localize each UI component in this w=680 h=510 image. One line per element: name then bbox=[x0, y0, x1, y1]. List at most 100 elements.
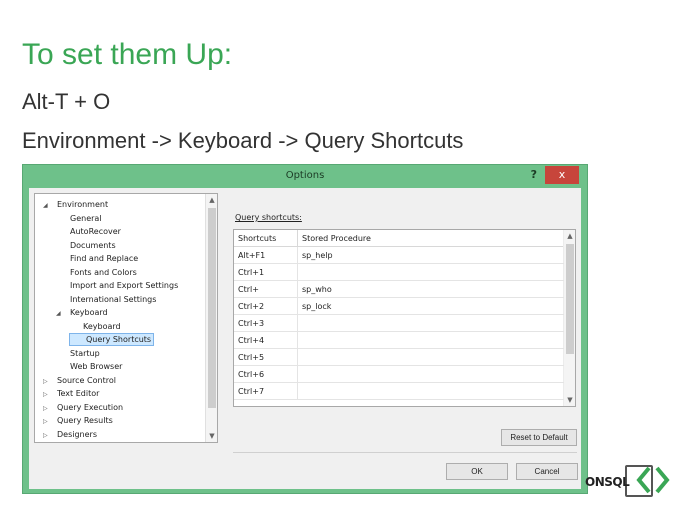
tree-item-label: General bbox=[70, 213, 102, 223]
tree-item[interactable]: Query Shortcuts bbox=[69, 333, 155, 346]
expand-toggle-icon[interactable]: ▷ bbox=[43, 415, 53, 428]
tree-item[interactable]: Fonts and Colors bbox=[56, 266, 137, 279]
expand-toggle-icon[interactable]: ▷ bbox=[43, 375, 53, 388]
tree-item[interactable]: Web Browser bbox=[56, 360, 122, 373]
logo-chevrons-icon bbox=[636, 466, 670, 494]
options-tree[interactable]: ▷SQL Server AlwaysOn▷Designers▷Query Res… bbox=[34, 193, 218, 443]
tree-item-label: Keyboard bbox=[70, 308, 108, 317]
tree-item[interactable]: AutoRecover bbox=[56, 225, 121, 238]
tree-scrollbar[interactable]: ▲ ▼ bbox=[205, 194, 217, 442]
stored-procedure-cell[interactable]: sp_lock bbox=[298, 298, 564, 315]
query-shortcuts-label: Query shortcuts: bbox=[235, 213, 302, 222]
tree-item[interactable]: ▷ Designers bbox=[43, 428, 97, 441]
table-row[interactable]: Ctrl+1 bbox=[234, 264, 564, 281]
expand-toggle-icon[interactable]: ◢ bbox=[43, 199, 53, 212]
slide-title: To set them Up: bbox=[22, 38, 233, 71]
stored-procedure-cell[interactable]: sp_who bbox=[298, 281, 564, 298]
logo-text: ONSQL bbox=[585, 475, 630, 489]
shortcut-key-cell: Ctrl+7 bbox=[234, 383, 298, 400]
shortcut-key-cell: Ctrl+3 bbox=[234, 315, 298, 332]
stored-procedure-cell[interactable] bbox=[298, 264, 564, 281]
table-row[interactable]: Ctrl+5 bbox=[234, 349, 564, 366]
table-row[interactable]: Ctrl+2 sp_lock bbox=[234, 298, 564, 315]
brand-logo: ONSQL bbox=[585, 455, 675, 500]
expand-toggle-icon[interactable]: ▷ bbox=[43, 442, 53, 443]
tree-item[interactable]: ▷SQL Server AlwaysOn bbox=[43, 441, 144, 443]
help-button[interactable]: ? bbox=[531, 168, 537, 181]
tree-item[interactable]: Import and Export Settings bbox=[56, 279, 178, 292]
stored-procedure-cell[interactable]: sp_help bbox=[298, 247, 564, 264]
shortcuts-grid[interactable]: Shortcuts Stored Procedure ▲ ▼ Alt+F1 sp_… bbox=[233, 229, 576, 407]
dialog-divider bbox=[233, 452, 577, 453]
tree-item[interactable]: ◢ Environment bbox=[43, 198, 108, 211]
tree-item-label: Query Results bbox=[57, 416, 113, 425]
options-dialog: Options ? x ▷SQL Server AlwaysOn▷Designe… bbox=[22, 164, 588, 494]
table-row[interactable]: Ctrl+6 bbox=[234, 366, 564, 383]
expand-toggle-icon[interactable]: ◢ bbox=[56, 307, 66, 320]
tree-item-label: AutoRecover bbox=[70, 227, 121, 236]
ok-button[interactable]: OK bbox=[446, 463, 508, 480]
scroll-down-icon[interactable]: ▼ bbox=[206, 430, 217, 442]
close-button[interactable]: x bbox=[545, 166, 579, 184]
scroll-up-icon[interactable]: ▲ bbox=[564, 230, 575, 242]
tree-item-label: International Settings bbox=[70, 294, 157, 304]
tree-item-label: Find and Replace bbox=[70, 254, 139, 263]
shortcut-key-cell: Ctrl+5 bbox=[234, 349, 298, 366]
tree-item[interactable]: Documents bbox=[56, 239, 116, 252]
shortcut-key-cell: Ctrl+6 bbox=[234, 366, 298, 383]
dialog-title: Options bbox=[285, 170, 325, 181]
tree-item-label: Query Execution bbox=[57, 402, 124, 412]
tree-item[interactable]: Keyboard bbox=[69, 320, 121, 333]
tree-item-label: Source Control bbox=[57, 375, 116, 385]
tree-item-label: Web Browser bbox=[70, 362, 123, 371]
tree-item[interactable]: ▷ Query Execution bbox=[43, 401, 123, 414]
scroll-down-icon[interactable]: ▼ bbox=[564, 394, 575, 406]
navigation-path-text: Environment -> Keyboard -> Query Shortcu… bbox=[22, 128, 464, 153]
expand-toggle-icon[interactable]: ▷ bbox=[43, 402, 53, 415]
stored-procedure-cell[interactable] bbox=[298, 332, 564, 349]
shortcut-key-cell: Ctrl+2 bbox=[234, 298, 298, 315]
tree-item[interactable]: ▷ Text Editor bbox=[43, 387, 99, 400]
table-row[interactable]: Ctrl+ sp_who bbox=[234, 281, 564, 298]
shortcut-key-cell: Ctrl+4 bbox=[234, 332, 298, 349]
tree-item-label: Fonts and Colors bbox=[70, 267, 137, 277]
tree-item[interactable]: General bbox=[56, 212, 102, 225]
table-row[interactable]: Ctrl+4 bbox=[234, 332, 564, 349]
reset-to-default-button[interactable]: Reset to Default bbox=[501, 429, 577, 446]
tree-item[interactable]: International Settings bbox=[56, 293, 156, 306]
shortcut-keys-text: Alt-T + O bbox=[22, 89, 111, 114]
tree-item-label: Startup bbox=[70, 348, 100, 358]
tree-scroll-thumb[interactable] bbox=[208, 208, 216, 408]
stored-procedure-cell[interactable] bbox=[298, 366, 564, 383]
tree-item-label: Designers bbox=[57, 429, 97, 439]
table-row[interactable]: Alt+F1 sp_help bbox=[234, 247, 564, 264]
table-row[interactable]: Ctrl+3 bbox=[234, 315, 564, 332]
tree-item-label: Import and Export Settings bbox=[70, 281, 179, 290]
dialog-client-area: ▷SQL Server AlwaysOn▷Designers▷Query Res… bbox=[29, 188, 581, 489]
stored-procedure-cell[interactable] bbox=[298, 349, 564, 366]
expand-toggle-icon[interactable]: ▷ bbox=[43, 388, 53, 401]
column-header-shortcuts[interactable]: Shortcuts bbox=[234, 230, 298, 247]
scroll-up-icon[interactable]: ▲ bbox=[206, 194, 217, 206]
tree-item-label: Query Shortcuts bbox=[86, 335, 152, 344]
stored-procedure-cell[interactable] bbox=[298, 383, 564, 400]
tree-item[interactable]: ▷ Query Results bbox=[43, 414, 113, 427]
tree-item[interactable]: ◢ Keyboard bbox=[56, 306, 108, 319]
grid-scroll-thumb[interactable] bbox=[566, 244, 574, 354]
shortcut-key-cell: Ctrl+1 bbox=[234, 264, 298, 281]
dialog-titlebar[interactable]: Options ? x bbox=[23, 165, 587, 187]
tree-item[interactable]: ▷ Source Control bbox=[43, 374, 116, 387]
cancel-button[interactable]: Cancel bbox=[516, 463, 578, 480]
stored-procedure-cell[interactable] bbox=[298, 315, 564, 332]
column-header-stored-procedure[interactable]: Stored Procedure bbox=[298, 230, 564, 247]
shortcut-key-cell: Alt+F1 bbox=[234, 247, 298, 264]
expand-toggle-icon[interactable]: ▷ bbox=[43, 429, 53, 442]
tree-item-label: Documents bbox=[70, 240, 116, 250]
shortcut-key-cell: Ctrl+ bbox=[234, 281, 298, 298]
tree-item[interactable]: Find and Replace bbox=[56, 252, 138, 265]
tree-item-label: Environment bbox=[57, 200, 109, 209]
grid-scrollbar[interactable]: ▲ ▼ bbox=[563, 230, 575, 406]
table-row[interactable]: Ctrl+7 bbox=[234, 383, 564, 400]
tree-item-label: Text Editor bbox=[57, 389, 100, 398]
tree-item[interactable]: Startup bbox=[56, 347, 100, 360]
